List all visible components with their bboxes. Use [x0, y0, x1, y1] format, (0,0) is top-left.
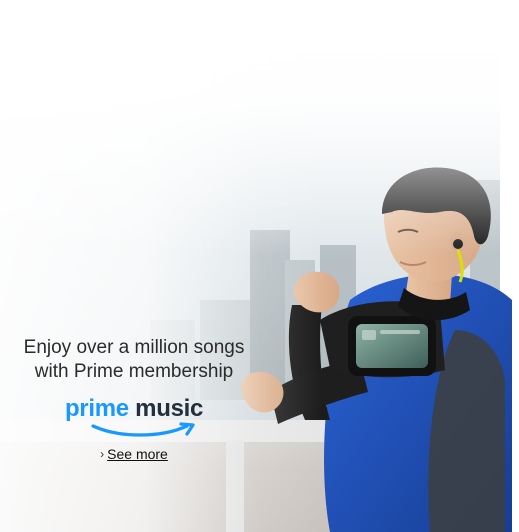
prime-music-wordmark: prime music	[59, 396, 209, 422]
prime-music-logo: prime music	[59, 396, 209, 440]
headline-line-1: Enjoy over a million songs	[23, 337, 245, 358]
see-more-link[interactable]: › See more	[100, 446, 168, 462]
prime-music-banner[interactable]: Enjoy over a million songs with Prime me…	[0, 0, 519, 532]
headline: Enjoy over a million songs with Prime me…	[14, 336, 254, 384]
see-more-label: See more	[107, 446, 168, 462]
chevron-right-icon: ›	[100, 447, 105, 461]
logo-word-music: music	[135, 395, 204, 422]
amazon-smile-icon	[91, 422, 195, 437]
promo-block: Enjoy over a million songs with Prime me…	[14, 336, 254, 463]
logo-word-prime: prime	[64, 395, 129, 422]
headline-line-2: with Prime membership	[34, 361, 234, 382]
